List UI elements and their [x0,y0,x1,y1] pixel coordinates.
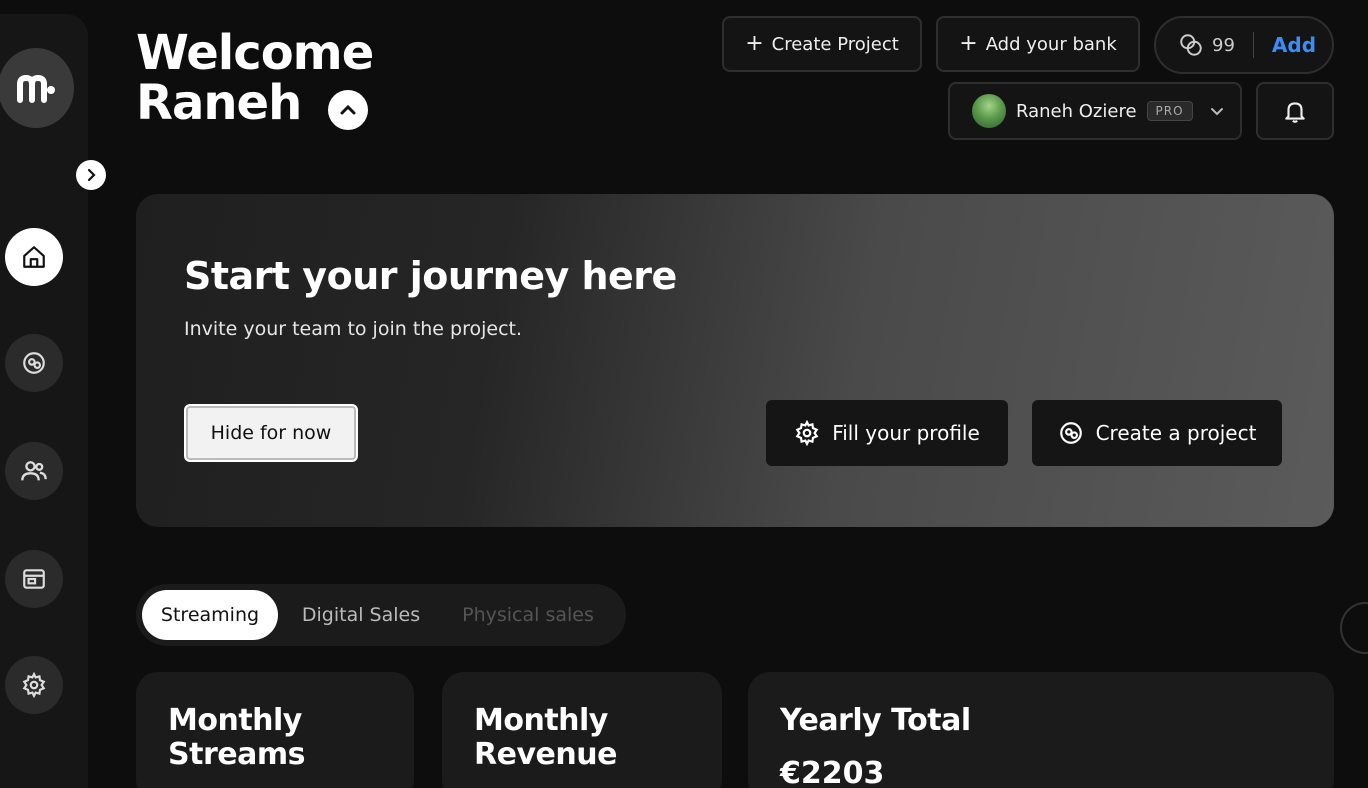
add-bank-button[interactable]: + Add your bank [936,16,1140,72]
gear-icon [22,672,46,698]
banner-title: Start your journey here [184,254,677,298]
divider [1252,32,1254,58]
tab-streaming[interactable]: Streaming [142,590,278,640]
banner-subtitle: Invite your team to join the project. [184,318,523,340]
sidebar-expand-button[interactable] [76,160,106,190]
user-name: Raneh Oziere [1016,100,1137,122]
card-title: Yearly Total [780,703,971,738]
onboarding-banner: Start your journey here Invite your team… [136,194,1334,527]
chevron-up-icon [340,104,356,115]
yearly-total-card: Yearly Total €2203 [748,672,1334,788]
create-project-button[interactable]: + Create Project [722,16,922,72]
chevron-down-icon [1210,108,1223,116]
card-title-line: Monthly [474,703,608,738]
plus-icon: + [959,31,978,56]
card-title-line: Revenue [474,737,617,772]
projects-icon [1059,422,1082,444]
sidebar [0,14,88,788]
add-credits-link[interactable]: Add [1272,33,1316,57]
wallet-icon [23,569,45,589]
sidebar-item-team[interactable] [5,442,63,500]
collapse-welcome-button[interactable] [328,90,368,130]
monthly-streams-card: Monthly Streams [136,672,414,788]
card-value: €2203 [780,756,885,788]
credits-count: 99 [1212,34,1235,56]
notifications-button[interactable] [1256,82,1334,140]
card-title: Monthly Streams [168,704,305,772]
monthly-revenue-card: Monthly Revenue [442,672,722,788]
sidebar-item-settings[interactable] [5,656,63,714]
app-logo[interactable] [0,48,74,128]
card-title-line: Streams [168,737,305,772]
sidebar-item-projects[interactable] [5,334,63,392]
users-icon [21,461,47,481]
tab-physical-sales[interactable]: Physical sales [446,590,610,640]
fill-profile-label: Fill your profile [832,421,980,445]
fill-profile-button[interactable]: Fill your profile [766,400,1008,466]
home-icon [23,246,45,268]
projects-icon [23,352,45,374]
chevron-right-icon [87,168,96,182]
welcome-line: Welcome [136,25,374,81]
user-menu[interactable]: Raneh Oziere PRO [948,82,1242,140]
create-project-label: Create Project [771,33,899,55]
sidebar-item-wallet[interactable] [5,550,63,608]
create-a-project-button[interactable]: Create a project [1032,400,1282,466]
coins-icon [1180,34,1202,56]
card-title: Monthly Revenue [474,704,617,772]
gear-icon [795,420,819,446]
logo-mark-icon [17,74,55,103]
add-bank-label: Add your bank [985,33,1117,55]
card-title-line: Monthly [168,703,302,738]
bell-icon [1285,102,1305,123]
tab-digital-sales[interactable]: Digital Sales [286,590,436,640]
side-panel-handle[interactable] [1340,602,1368,654]
sales-tabs: Streaming Digital Sales Physical sales [136,584,626,646]
create-a-project-label: Create a project [1095,421,1257,445]
hide-banner-button[interactable]: Hide for now [184,404,358,462]
sidebar-item-home[interactable] [5,228,63,286]
plus-icon: + [745,31,764,56]
credits-widget: 99 Add [1154,16,1334,74]
avatar [972,94,1006,128]
plan-badge: PRO [1146,101,1193,121]
